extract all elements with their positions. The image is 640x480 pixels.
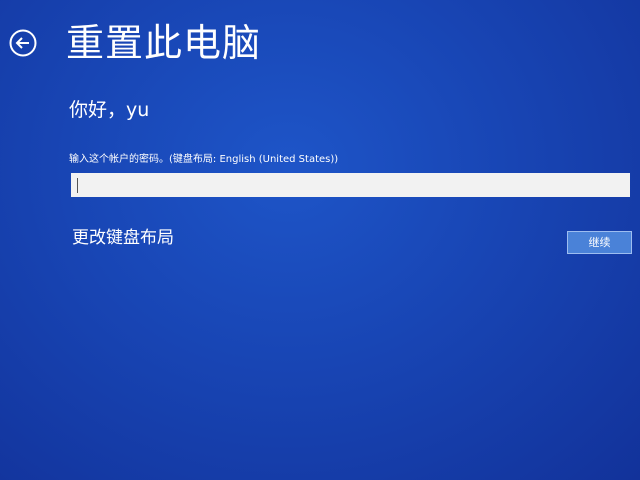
password-label: 输入这个帐户的密码。(键盘布局: English (United States)… [69, 154, 339, 165]
change-keyboard-layout-link[interactable]: 更改键盘布局 [72, 226, 174, 250]
password-input[interactable] [71, 173, 630, 197]
page-title: 重置此电脑 [66, 21, 262, 65]
continue-button[interactable]: 继续 [567, 231, 632, 254]
text-caret [77, 178, 78, 193]
back-button[interactable] [9, 29, 37, 57]
user-greeting: 你好，yu [69, 99, 150, 121]
back-arrow-circle-icon [9, 29, 37, 57]
